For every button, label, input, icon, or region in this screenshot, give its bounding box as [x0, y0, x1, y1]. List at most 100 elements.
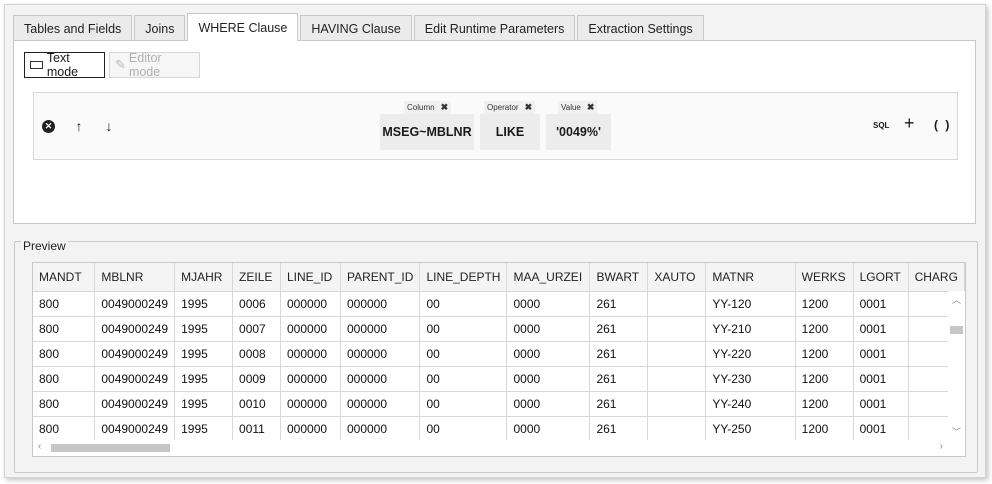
table-cell: 0049000249: [94, 316, 176, 342]
tab-where-clause[interactable]: WHERE Clause: [187, 13, 299, 41]
operator-token[interactable]: LIKE: [480, 114, 540, 150]
vertical-scrollbar[interactable]: ︿ ﹀: [948, 291, 965, 440]
tab-having-clause[interactable]: HAVING Clause: [300, 15, 412, 41]
table-cell: 1200: [795, 366, 854, 392]
add-condition-button[interactable]: +: [904, 113, 915, 134]
operator-label: Operator ✖: [484, 101, 536, 114]
table-cell: YY-250: [705, 416, 796, 442]
where-clause-window: Tables and Fields Joins WHERE Clause HAV…: [4, 4, 986, 478]
table-cell: 0049000249: [94, 416, 176, 442]
table-cell: 261: [589, 341, 649, 367]
column-header[interactable]: XAUTO: [647, 263, 707, 292]
sql-button[interactable]: SQL: [873, 121, 889, 130]
table-cell: 0001: [853, 366, 909, 392]
table-cell: 000000: [280, 416, 341, 442]
scroll-right-icon[interactable]: ›: [940, 441, 943, 452]
table-cell: YY-230: [705, 366, 796, 392]
table-cell: 000000: [340, 416, 421, 442]
table-row[interactable]: 800 0049000249 1995 0011 000000 000000 00 0000 2…: [33, 416, 965, 442]
preview-table: MANDT MBLNR MJAHR ZEILE LINE_ID PARENT_ID LINE…: [33, 263, 965, 442]
column-header[interactable]: MATNR: [705, 263, 796, 292]
table-cell: 00: [419, 316, 508, 342]
table-cell: 0049000249: [94, 366, 176, 392]
table-cell: 1200: [795, 316, 854, 342]
table-cell: 0001: [853, 291, 909, 317]
table-row[interactable]: 800 0049000249 1995 0009 000000 000000 00 0000 2…: [33, 366, 965, 392]
table-cell: 261: [589, 391, 649, 417]
value-token[interactable]: '0049%': [546, 114, 611, 150]
table-cell: 000000: [280, 366, 341, 392]
column-header[interactable]: CHARG: [908, 263, 965, 292]
tab-tables-and-fields[interactable]: Tables and Fields: [13, 15, 133, 41]
horizontal-scroll-thumb[interactable]: [51, 444, 170, 452]
column-header[interactable]: LINE_DEPTH: [419, 263, 508, 292]
tab-joins[interactable]: Joins: [134, 15, 186, 41]
scroll-left-icon[interactable]: ‹: [38, 441, 41, 452]
preview-title: Preview: [21, 239, 68, 253]
scroll-down-icon[interactable]: ﹀: [952, 425, 961, 438]
tab-extraction-settings[interactable]: Extraction Settings: [577, 15, 704, 41]
table-cell: [647, 416, 707, 442]
scroll-up-icon[interactable]: ︿: [952, 293, 961, 306]
table-cell: 800: [33, 391, 96, 417]
vertical-scroll-thumb[interactable]: [950, 326, 963, 334]
table-cell: 0001: [853, 391, 909, 417]
column-header[interactable]: MBLNR: [94, 263, 176, 292]
table-cell: 0009: [232, 366, 281, 392]
move-up-icon[interactable]: ↑: [72, 118, 86, 134]
editor-mode-label: Editor mode: [128, 51, 162, 79]
table-cell: 000000: [280, 316, 341, 342]
where-clause-panel: Text mode ✎ Editor mode ✕ ↑ ↓ Column ✖ M…: [13, 40, 976, 224]
table-cell: 261: [589, 416, 649, 442]
table-cell: 800: [33, 316, 96, 342]
table-cell: [647, 316, 707, 342]
table-cell: 1200: [795, 391, 854, 417]
add-parentheses-button[interactable]: ( ): [934, 118, 951, 132]
table-cell: 261: [589, 366, 649, 392]
preview-grid[interactable]: MANDT MBLNR MJAHR ZEILE LINE_ID PARENT_ID LINE…: [32, 262, 966, 457]
table-cell: 800: [33, 416, 96, 442]
column-label: Column ✖: [404, 101, 452, 114]
text-mode-label: Text mode: [46, 51, 79, 79]
table-cell: 00: [419, 366, 508, 392]
table-cell: 0008: [232, 341, 281, 367]
column-header[interactable]: ZEILE: [232, 263, 281, 292]
column-token[interactable]: MSEG~MBLNR: [380, 114, 474, 150]
table-cell: 1995: [174, 316, 234, 342]
header-row: MANDT MBLNR MJAHR ZEILE LINE_ID PARENT_ID LINE…: [33, 263, 965, 292]
column-header[interactable]: WERKS: [795, 263, 854, 292]
table-row[interactable]: 800 0049000249 1995 0007 000000 000000 00 0000 2…: [33, 316, 965, 342]
table-cell: 000000: [340, 316, 421, 342]
table-cell: YY-220: [705, 341, 796, 367]
move-down-icon[interactable]: ↓: [102, 118, 116, 134]
editor-mode-button[interactable]: ✎ Editor mode: [109, 51, 200, 79]
remove-column-icon[interactable]: ✖: [441, 102, 449, 113]
table-cell: 1200: [795, 291, 854, 317]
column-header[interactable]: MANDT: [33, 263, 96, 292]
tab-edit-runtime-parameters[interactable]: Edit Runtime Parameters: [413, 15, 576, 41]
horizontal-scrollbar[interactable]: ‹ ›: [33, 440, 965, 456]
remove-condition-icon[interactable]: ✕: [42, 120, 55, 133]
text-mode-button[interactable]: Text mode: [24, 51, 105, 79]
column-header[interactable]: MAA_URZEI: [506, 263, 591, 292]
column-header[interactable]: PARENT_ID: [340, 263, 421, 292]
column-header[interactable]: LINE_ID: [280, 263, 341, 292]
table-row[interactable]: 800 0049000249 1995 0010 000000 000000 00 0000 2…: [33, 391, 965, 417]
table-cell: YY-240: [705, 391, 796, 417]
tab-bar: Tables and Fields Joins WHERE Clause HAV…: [13, 13, 706, 41]
remove-operator-icon[interactable]: ✖: [525, 102, 533, 113]
column-header[interactable]: BWART: [589, 263, 649, 292]
table-cell: 000000: [280, 291, 341, 317]
table-cell: 000000: [280, 341, 341, 367]
table-cell: 0000: [506, 366, 591, 392]
table-cell: 800: [33, 291, 96, 317]
remove-value-icon[interactable]: ✖: [587, 102, 595, 113]
column-header[interactable]: MJAHR: [174, 263, 234, 292]
table-cell: 000000: [340, 291, 421, 317]
value-label: Value ✖: [558, 101, 598, 114]
table-row[interactable]: 800 0049000249 1995 0006 000000 000000 00 0000 2…: [33, 291, 965, 317]
table-row[interactable]: 800 0049000249 1995 0008 000000 000000 00 0000 2…: [33, 341, 965, 367]
table-cell: 0000: [506, 291, 591, 317]
table-cell: 261: [589, 316, 649, 342]
column-header[interactable]: LGORT: [853, 263, 909, 292]
